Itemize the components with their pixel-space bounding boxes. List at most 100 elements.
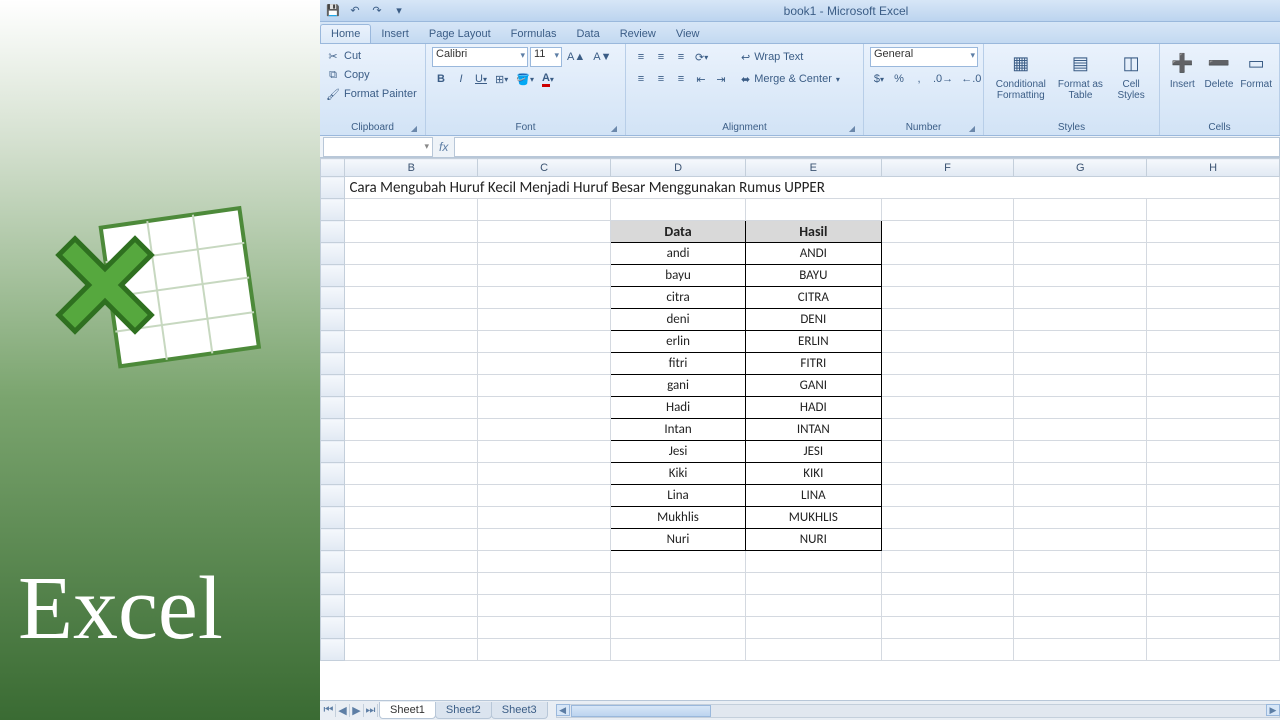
cell[interactable] <box>1014 331 1147 353</box>
cell[interactable] <box>345 617 478 639</box>
cell[interactable] <box>478 375 611 397</box>
cell[interactable] <box>881 595 1014 617</box>
cell[interactable]: bayu <box>611 265 746 287</box>
cell[interactable] <box>746 639 881 661</box>
cell[interactable] <box>1147 463 1280 485</box>
cell[interactable] <box>345 463 478 485</box>
row-header[interactable] <box>321 265 345 287</box>
cell-styles-button[interactable]: ◫Cell Styles <box>1109 47 1153 103</box>
tab-insert[interactable]: Insert <box>371 25 419 43</box>
cell[interactable]: Intan <box>611 419 746 441</box>
row-header[interactable] <box>321 397 345 419</box>
cell[interactable]: deni <box>611 309 746 331</box>
cell[interactable] <box>345 507 478 529</box>
sheet-nav-first-icon[interactable]: ⏮ <box>322 704 336 717</box>
dialog-launcher-icon[interactable]: ◢ <box>409 124 419 134</box>
row-header[interactable] <box>321 617 345 639</box>
dialog-launcher-icon[interactable]: ◢ <box>847 124 857 134</box>
align-left-button[interactable]: ≡ <box>632 69 650 89</box>
cell[interactable] <box>345 551 478 573</box>
cell[interactable] <box>478 309 611 331</box>
cell[interactable]: ERLIN <box>746 331 881 353</box>
column-header[interactable]: H <box>1147 159 1280 177</box>
cell[interactable]: JESI <box>746 441 881 463</box>
row-header[interactable] <box>321 529 345 551</box>
copy-button[interactable]: ⧉Copy <box>326 66 417 84</box>
cell[interactable] <box>746 573 881 595</box>
cell[interactable] <box>881 331 1014 353</box>
cell[interactable] <box>345 485 478 507</box>
column-header[interactable]: B <box>345 159 478 177</box>
cell[interactable] <box>611 617 746 639</box>
cell[interactable] <box>611 573 746 595</box>
cell[interactable]: LINA <box>746 485 881 507</box>
cell[interactable] <box>478 485 611 507</box>
column-header[interactable]: D <box>611 159 746 177</box>
cell[interactable] <box>1147 639 1280 661</box>
fx-icon[interactable]: fx <box>433 140 454 154</box>
row-header[interactable] <box>321 485 345 507</box>
cell[interactable]: BAYU <box>746 265 881 287</box>
accounting-format-button[interactable]: $ <box>870 69 888 89</box>
cell[interactable] <box>478 221 611 243</box>
tab-view[interactable]: View <box>666 25 710 43</box>
cell[interactable]: Kiki <box>611 463 746 485</box>
column-header[interactable] <box>321 159 345 177</box>
cell[interactable] <box>1014 463 1147 485</box>
cell[interactable] <box>345 243 478 265</box>
cell[interactable] <box>1014 265 1147 287</box>
redo-icon[interactable]: ↷ <box>368 3 386 19</box>
dialog-launcher-icon[interactable]: ◢ <box>609 124 619 134</box>
cell[interactable] <box>345 375 478 397</box>
row-header[interactable] <box>321 353 345 375</box>
cell[interactable]: Mukhlis <box>611 507 746 529</box>
spreadsheet-grid[interactable]: BCDEFGHCara Mengubah Huruf Kecil Menjadi… <box>320 158 1280 700</box>
cell[interactable] <box>1014 551 1147 573</box>
cell[interactable] <box>478 331 611 353</box>
cell[interactable] <box>881 243 1014 265</box>
cell[interactable]: Lina <box>611 485 746 507</box>
row-header[interactable] <box>321 375 345 397</box>
cell[interactable] <box>1014 507 1147 529</box>
insert-cells-button[interactable]: ➕Insert <box>1166 47 1199 92</box>
cell[interactable]: Hadi <box>611 397 746 419</box>
cell[interactable] <box>1014 595 1147 617</box>
sheet-nav-prev-icon[interactable]: ◀ <box>336 704 350 717</box>
align-middle-button[interactable]: ≡ <box>652 47 670 67</box>
cut-button[interactable]: ✂Cut <box>326 47 417 65</box>
cell[interactable] <box>1147 265 1280 287</box>
cell[interactable] <box>478 265 611 287</box>
cell[interactable] <box>345 441 478 463</box>
align-bottom-button[interactable]: ≡ <box>672 47 690 67</box>
shrink-font-button[interactable]: A▼ <box>590 47 614 67</box>
cell[interactable]: gani <box>611 375 746 397</box>
tab-formulas[interactable]: Formulas <box>501 25 567 43</box>
increase-indent-button[interactable]: ⇥ <box>712 69 730 89</box>
cell[interactable] <box>478 573 611 595</box>
cell[interactable] <box>1014 441 1147 463</box>
cell[interactable] <box>1147 507 1280 529</box>
column-header[interactable]: F <box>881 159 1014 177</box>
cell[interactable]: CITRA <box>746 287 881 309</box>
cell[interactable] <box>478 397 611 419</box>
cell[interactable]: MUKHLIS <box>746 507 881 529</box>
percent-format-button[interactable]: % <box>890 69 908 89</box>
cell[interactable] <box>1014 397 1147 419</box>
row-header[interactable] <box>321 287 345 309</box>
cell[interactable] <box>881 639 1014 661</box>
column-header[interactable]: G <box>1014 159 1147 177</box>
cell[interactable] <box>478 595 611 617</box>
cell[interactable] <box>881 199 1014 221</box>
font-name-select[interactable]: Calibri <box>432 47 528 67</box>
cell[interactable] <box>345 353 478 375</box>
row-header[interactable] <box>321 507 345 529</box>
qat-customize-icon[interactable]: ▾ <box>390 3 408 19</box>
cell[interactable] <box>746 551 881 573</box>
scroll-right-icon[interactable]: ▶ <box>1266 704 1280 716</box>
align-right-button[interactable]: ≡ <box>672 69 690 89</box>
sheet-nav-next-icon[interactable]: ▶ <box>350 704 364 717</box>
cell[interactable] <box>1014 617 1147 639</box>
cell[interactable] <box>1014 243 1147 265</box>
tab-review[interactable]: Review <box>610 25 666 43</box>
cell[interactable]: erlin <box>611 331 746 353</box>
